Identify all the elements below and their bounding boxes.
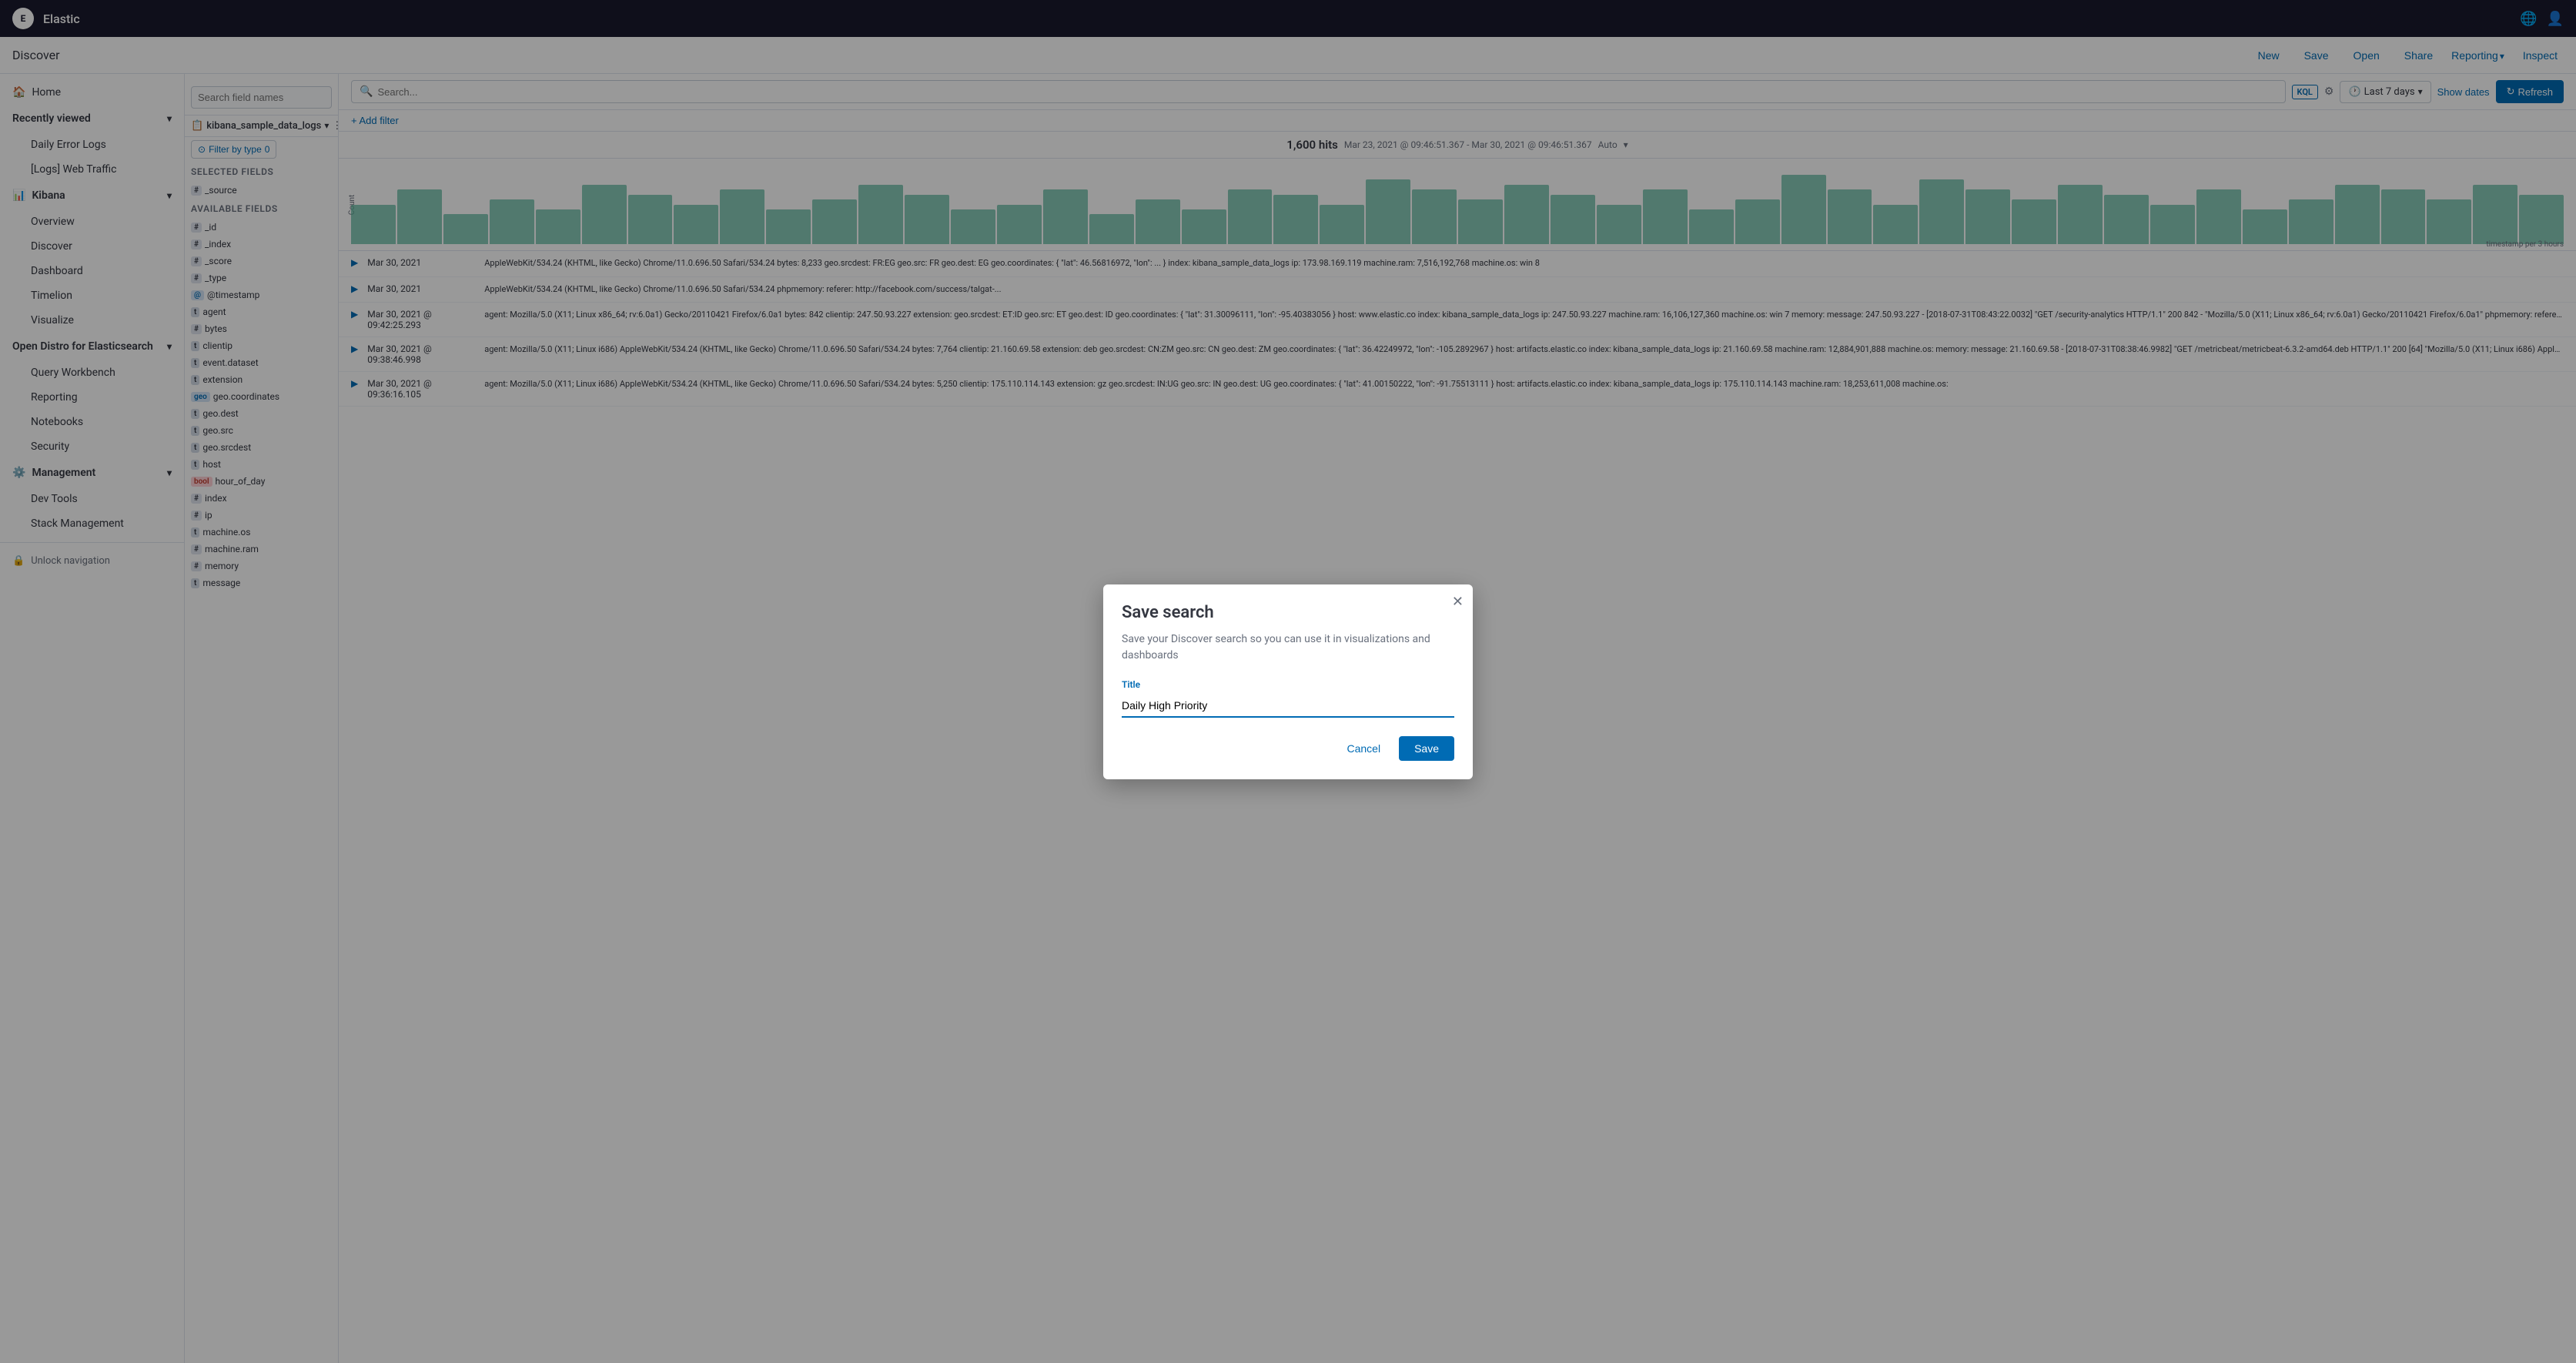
modal-actions: Cancel Save [1122,736,1454,761]
modal-close-button[interactable]: ✕ [1452,594,1464,610]
save-search-modal: ✕ Save search Save your Discover search … [1103,584,1473,779]
modal-title: Save search [1122,603,1454,622]
modal-description: Save your Discover search so you can use… [1122,631,1454,664]
modal-overlay[interactable]: ✕ Save search Save your Discover search … [0,0,2576,1363]
cancel-button[interactable]: Cancel [1334,736,1393,761]
modal-title-label: Title [1122,679,1454,690]
modal-save-button[interactable]: Save [1399,736,1454,761]
modal-title-input[interactable] [1122,695,1454,718]
